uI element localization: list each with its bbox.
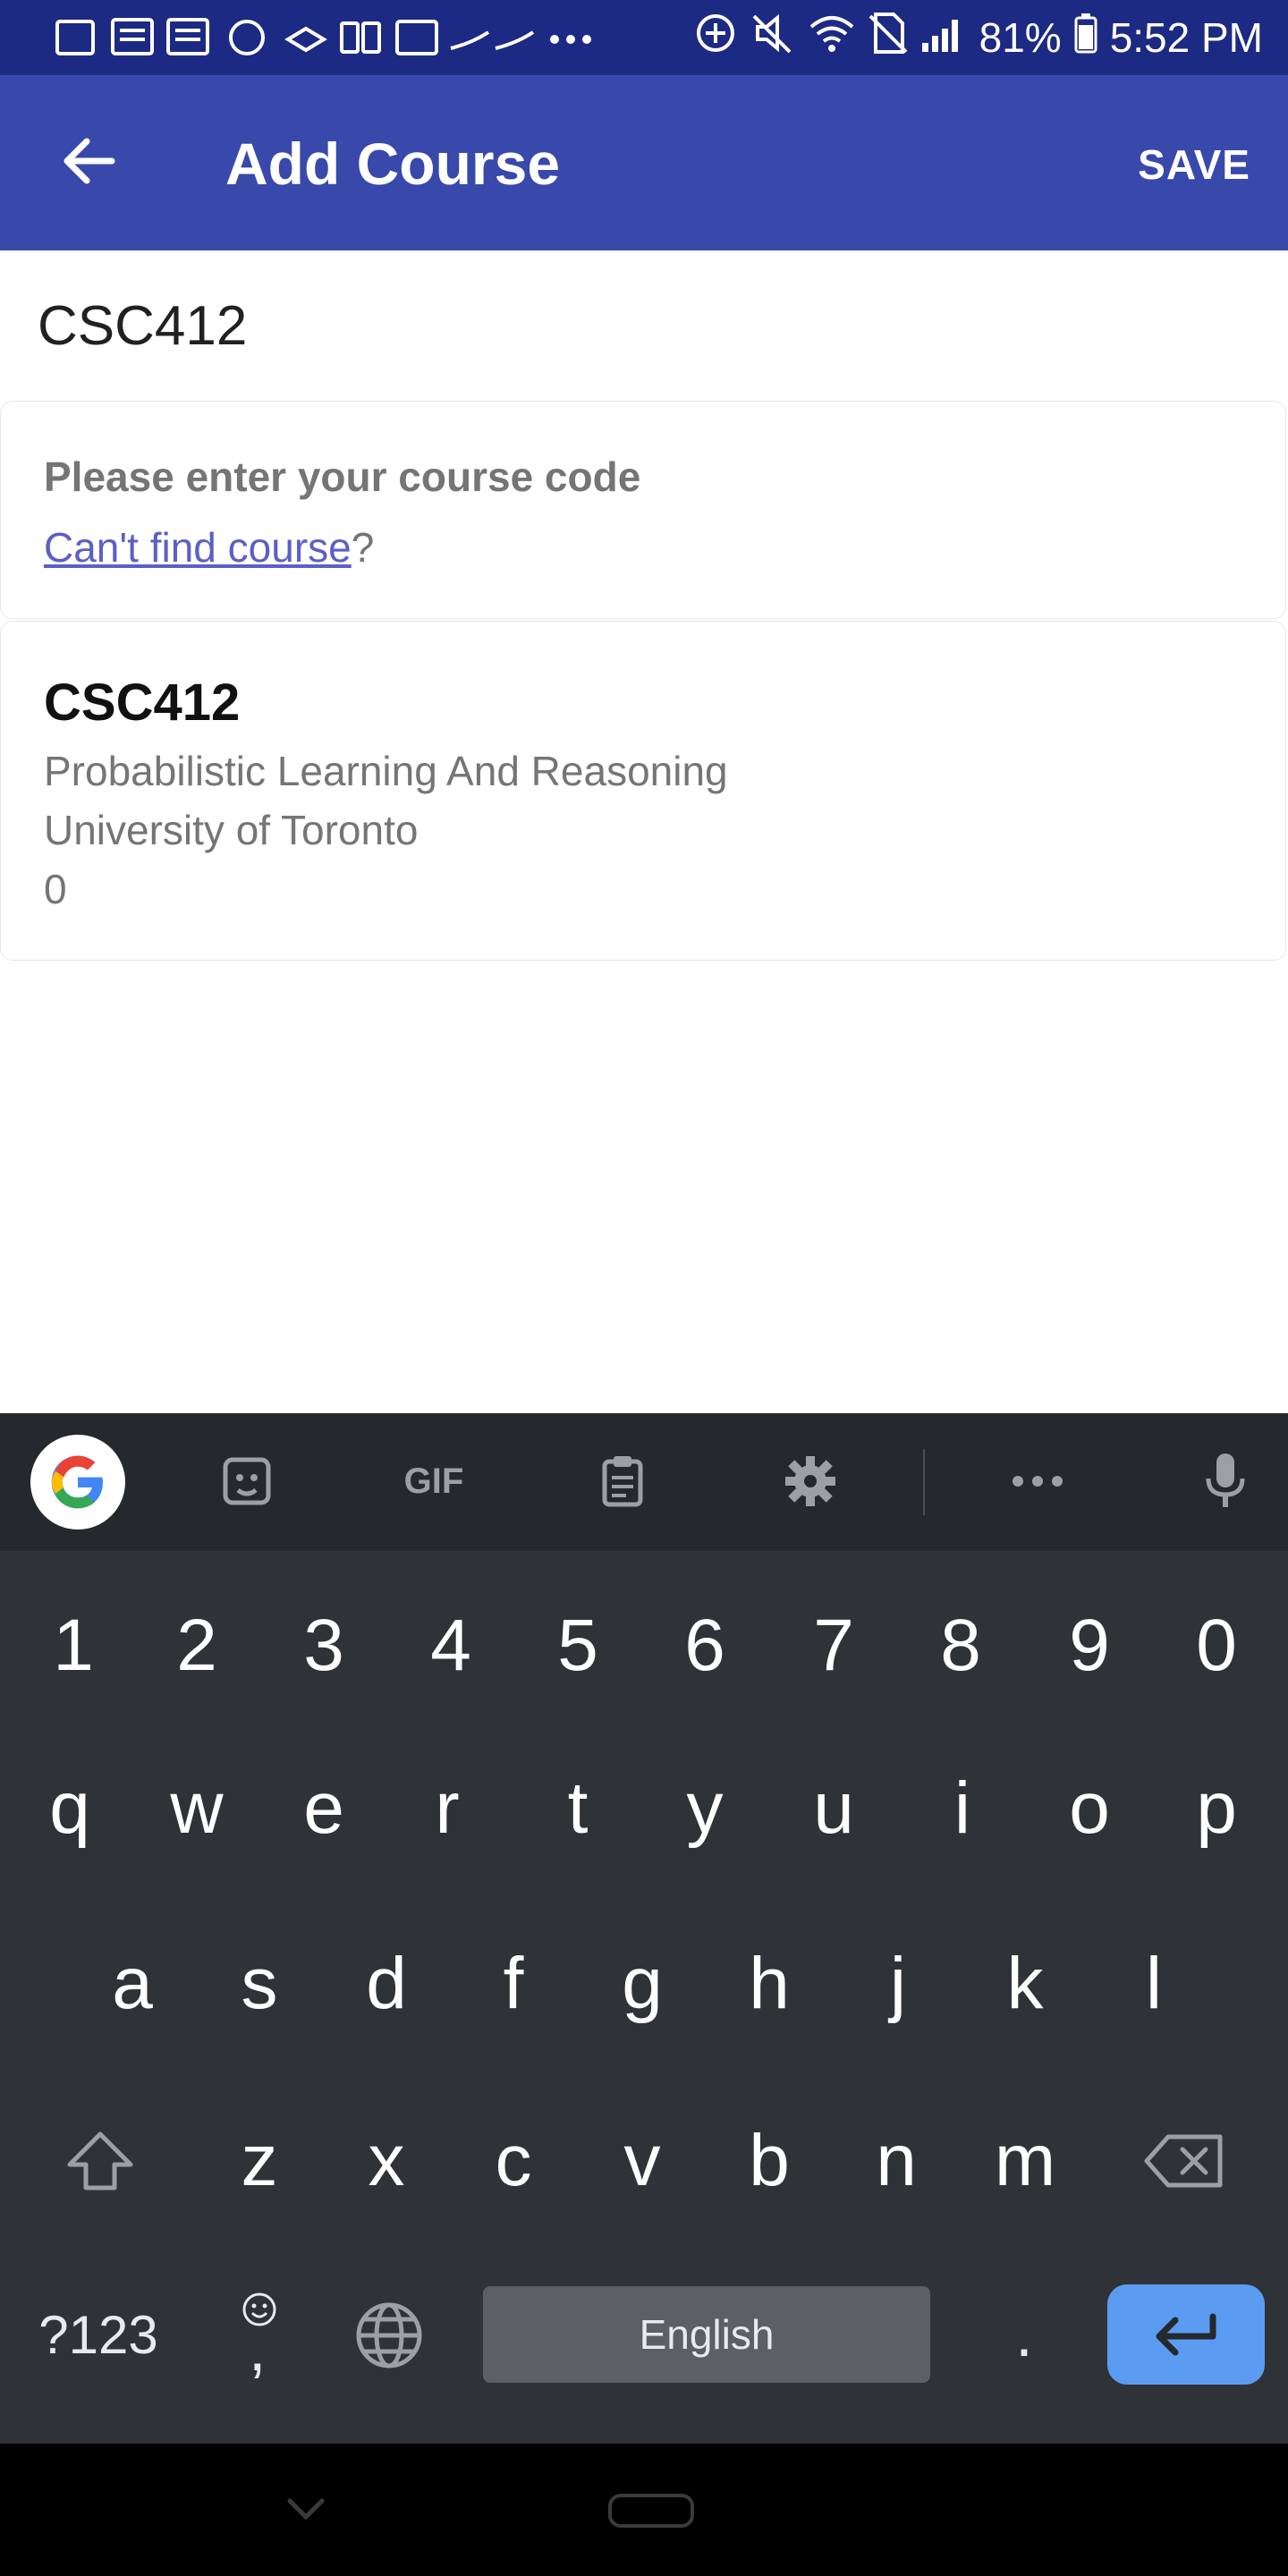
cant-find-row: Can't find course? bbox=[44, 522, 374, 572]
back-button[interactable] bbox=[52, 125, 123, 197]
google-icon[interactable] bbox=[30, 1435, 125, 1530]
key-k[interactable]: k bbox=[980, 1939, 1070, 2029]
key-b[interactable]: b bbox=[724, 2116, 814, 2206]
key-6[interactable]: 6 bbox=[660, 1601, 750, 1690]
signal-icon bbox=[920, 11, 967, 65]
key-y[interactable]: y bbox=[660, 1764, 750, 1853]
key-d[interactable]: d bbox=[342, 1939, 431, 2029]
key-8[interactable]: 8 bbox=[916, 1601, 1005, 1690]
wifi-icon bbox=[808, 11, 856, 65]
hint-text: Please enter your course code bbox=[44, 453, 641, 500]
key-q[interactable]: q bbox=[25, 1764, 114, 1853]
enter-arrow-icon bbox=[1156, 2313, 1216, 2356]
key-n[interactable]: n bbox=[852, 2116, 941, 2206]
sticker-icon[interactable] bbox=[211, 1445, 283, 1517]
key-c[interactable]: c bbox=[469, 2116, 558, 2206]
clock: 5:52 PM bbox=[1109, 14, 1263, 61]
key-w[interactable]: w bbox=[152, 1764, 242, 1853]
cant-find-course-link[interactable]: Can't find course bbox=[44, 524, 352, 571]
course-count: 0 bbox=[44, 866, 67, 912]
course-code-input[interactable] bbox=[0, 250, 1288, 401]
clipboard-icon[interactable] bbox=[587, 1445, 658, 1517]
cant-find-suffix: ? bbox=[351, 524, 375, 571]
shift-key[interactable] bbox=[55, 2116, 145, 2206]
key-t[interactable]: t bbox=[533, 1764, 623, 1853]
more-options-icon[interactable] bbox=[1002, 1445, 1073, 1517]
symbols-key[interactable]: ?123 bbox=[27, 2299, 170, 2370]
key-s[interactable]: s bbox=[215, 1939, 304, 2029]
key-x[interactable]: x bbox=[342, 2116, 431, 2206]
save-button[interactable]: SAVE bbox=[1138, 140, 1250, 190]
key-e[interactable]: e bbox=[279, 1764, 369, 1853]
nav-home-button[interactable] bbox=[608, 2494, 694, 2528]
key-a[interactable]: a bbox=[88, 1939, 177, 2029]
key-1[interactable]: 1 bbox=[29, 1601, 118, 1690]
course-name: Probabilistic Learning And Reasoning bbox=[44, 748, 728, 794]
key-3[interactable]: 3 bbox=[279, 1601, 369, 1690]
notification-icons bbox=[54, 13, 608, 63]
status-bar: 81% 5:52 PM bbox=[0, 0, 1288, 75]
backspace-icon bbox=[1144, 2134, 1223, 2188]
page-title: Add Course bbox=[225, 131, 561, 197]
key-v[interactable]: v bbox=[597, 2116, 687, 2206]
key-i[interactable]: i bbox=[918, 1764, 1007, 1853]
mute-icon bbox=[750, 11, 795, 65]
key-9[interactable]: 9 bbox=[1045, 1601, 1134, 1690]
space-key[interactable]: English bbox=[483, 2286, 930, 2383]
hint-card bbox=[0, 401, 1286, 619]
language-key[interactable] bbox=[349, 2295, 429, 2376]
key-r[interactable]: r bbox=[402, 1764, 492, 1853]
microphone-icon[interactable] bbox=[1190, 1445, 1261, 1517]
key-g[interactable]: g bbox=[597, 1939, 687, 2029]
key-f[interactable]: f bbox=[469, 1939, 558, 2029]
key-m[interactable]: m bbox=[980, 2116, 1070, 2206]
backspace-key[interactable] bbox=[1136, 2116, 1234, 2206]
settings-gear-icon[interactable] bbox=[775, 1445, 846, 1517]
course-university: University of Toronto bbox=[44, 807, 419, 853]
toolbar-divider bbox=[923, 1449, 925, 1515]
key-0[interactable]: 0 bbox=[1172, 1601, 1261, 1690]
globe-icon bbox=[356, 2302, 422, 2368]
app-bar bbox=[0, 75, 1288, 250]
arrow-left-icon bbox=[64, 138, 115, 184]
chevron-down-icon bbox=[287, 2498, 325, 2521]
key-5[interactable]: 5 bbox=[533, 1601, 623, 1690]
course-code: CSC412 bbox=[44, 674, 241, 732]
key-p[interactable]: p bbox=[1172, 1764, 1261, 1853]
comma-emoji-key[interactable]: , bbox=[215, 2290, 304, 2388]
key-o[interactable]: o bbox=[1045, 1764, 1134, 1853]
enter-key[interactable] bbox=[1107, 2284, 1265, 2385]
nav-hide-keyboard-button[interactable] bbox=[279, 2487, 333, 2531]
battery-icon bbox=[1074, 13, 1097, 64]
sync-icon bbox=[693, 11, 738, 65]
key-4[interactable]: 4 bbox=[406, 1601, 496, 1690]
key-7[interactable]: 7 bbox=[789, 1601, 878, 1690]
comma-label: , bbox=[249, 2314, 267, 2384]
key-2[interactable]: 2 bbox=[152, 1601, 242, 1690]
gif-button[interactable]: GIF bbox=[394, 1445, 474, 1517]
no-sim-icon bbox=[869, 11, 908, 65]
key-h[interactable]: h bbox=[724, 1939, 814, 2029]
key-l[interactable]: l bbox=[1109, 1939, 1199, 2029]
period-key[interactable]: . bbox=[984, 2290, 1064, 2379]
key-z[interactable]: z bbox=[215, 2116, 304, 2206]
key-j[interactable]: j bbox=[853, 1939, 943, 2029]
battery-percent: 81% bbox=[979, 14, 1062, 61]
shift-icon bbox=[67, 2131, 133, 2190]
key-u[interactable]: u bbox=[789, 1764, 878, 1853]
